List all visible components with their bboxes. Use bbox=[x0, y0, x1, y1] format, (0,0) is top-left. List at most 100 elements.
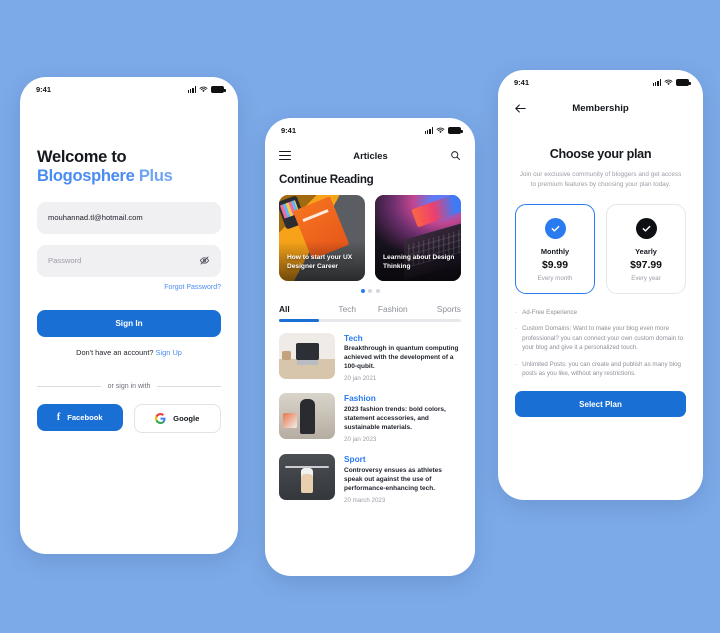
status-time: 9:41 bbox=[281, 125, 297, 135]
plan-cycle: Every month bbox=[537, 274, 573, 282]
list-item[interactable]: Sport Controversy ensues as athletes spe… bbox=[279, 454, 461, 504]
status-time: 9:41 bbox=[36, 84, 52, 94]
password-placeholder: Password bbox=[48, 256, 82, 266]
facebook-label: Facebook bbox=[67, 412, 103, 422]
battery-icon bbox=[676, 78, 691, 86]
eye-off-icon[interactable] bbox=[199, 255, 210, 266]
tab-fashion[interactable]: Fashion bbox=[370, 304, 416, 314]
facebook-button[interactable]: f Facebook bbox=[37, 403, 123, 431]
tab-indicator-active bbox=[279, 319, 320, 322]
carousel-card-title: How to start your UX Designer Career bbox=[287, 254, 353, 271]
article-category: Sport bbox=[344, 454, 366, 465]
brand-suffix: Plus bbox=[134, 166, 173, 185]
feature-list: · Ad-Free Experience · Custom Domains: W… bbox=[498, 308, 703, 379]
carousel-dots[interactable] bbox=[265, 289, 475, 293]
password-field[interactable]: Password bbox=[37, 244, 221, 277]
divider-or-sign-in-with: or sign in with bbox=[37, 383, 221, 390]
plan-price: $97.99 bbox=[630, 259, 662, 271]
welcome-brand: Blogosphere Plus bbox=[37, 167, 221, 186]
plan-card-monthly[interactable]: Monthly $9.99 Every month bbox=[515, 203, 595, 294]
social-buttons: f Facebook Google bbox=[37, 403, 221, 433]
signup-row: Don't have an account? Sign Up bbox=[37, 348, 221, 357]
status-icons bbox=[652, 78, 691, 86]
article-list: Tech Breakthrough in quantum computing a… bbox=[265, 332, 475, 504]
plan-price: $9.99 bbox=[541, 259, 568, 271]
bullet-icon: · bbox=[515, 308, 518, 316]
cellular-signal-icon bbox=[187, 85, 196, 93]
wifi-icon bbox=[436, 127, 445, 133]
welcome-heading: Welcome to Blogosphere Plus bbox=[37, 148, 221, 186]
articles-header: Articles bbox=[265, 138, 475, 161]
forgot-password-link[interactable]: Forgot Password? bbox=[37, 284, 221, 291]
phone-membership-screen: 9:41 Membership Choose your plan Join ou… bbox=[498, 70, 703, 500]
plan-subheading: Join our exclusive community of bloggers… bbox=[519, 171, 682, 188]
article-date: 20 jan 2023 bbox=[344, 436, 377, 444]
carousel-card[interactable]: How to start your UX Designer Career bbox=[279, 195, 365, 281]
cellular-signal-icon bbox=[424, 126, 433, 134]
mockup-canvas: 9:41 Welcome to Blogosphere Plus mouhann… bbox=[0, 0, 720, 633]
decorative-light-streak bbox=[411, 195, 461, 228]
phone-notch bbox=[83, 77, 175, 94]
bullet-icon: · bbox=[515, 360, 518, 368]
carousel-dot-active[interactable] bbox=[360, 289, 365, 293]
phone-notch bbox=[554, 70, 647, 87]
continue-reading-carousel: How to start your UX Designer Career Lea… bbox=[265, 195, 475, 281]
email-value: mouhannad.tl@hotmail.com bbox=[48, 213, 143, 223]
plan-name: Monthly bbox=[540, 246, 570, 256]
sign-in-button[interactable]: Sign In bbox=[37, 309, 221, 337]
hamburger-icon[interactable] bbox=[279, 150, 291, 161]
google-icon bbox=[155, 412, 166, 424]
article-thumbnail bbox=[279, 454, 335, 501]
wifi-icon bbox=[664, 79, 673, 85]
check-circle-icon bbox=[544, 217, 566, 239]
wifi-icon bbox=[199, 86, 208, 92]
plan-heading: Choose your plan bbox=[549, 147, 652, 161]
status-icons bbox=[187, 85, 226, 93]
plan-name: Yearly bbox=[635, 246, 657, 256]
carousel-card-title: Learning about Design Thinking bbox=[383, 254, 455, 271]
phone-articles-screen: 9:41 Articles Continue Reading How to st… bbox=[265, 118, 475, 576]
cellular-signal-icon bbox=[652, 78, 661, 86]
welcome-line-1: Welcome to bbox=[37, 148, 127, 166]
select-plan-button[interactable]: Select Plan bbox=[515, 391, 686, 418]
feature-item: · Ad-Free Experience bbox=[515, 308, 686, 317]
phone-notch bbox=[327, 118, 413, 134]
check-circle-icon bbox=[635, 217, 657, 239]
tab-indicator-track bbox=[279, 319, 461, 322]
divider-label: or sign in with bbox=[107, 382, 151, 390]
article-description: Controversy ensues as athletes speak out… bbox=[344, 466, 442, 492]
tab-all[interactable]: All bbox=[279, 304, 325, 314]
category-tabs: All Tech Fashion Sports bbox=[265, 304, 475, 314]
list-item[interactable]: Fashion 2023 fashion trends: bold colors… bbox=[279, 393, 461, 443]
list-item[interactable]: Tech Breakthrough in quantum computing a… bbox=[279, 332, 461, 382]
google-label: Google bbox=[173, 413, 200, 423]
carousel-dot[interactable] bbox=[375, 289, 380, 293]
tab-tech[interactable]: Tech bbox=[325, 304, 371, 314]
sign-up-link[interactable]: Sign Up bbox=[156, 348, 182, 357]
brand-name: Blogosphere bbox=[37, 166, 135, 185]
feature-item: · Custom Domains: Want to make your blog… bbox=[515, 324, 686, 352]
membership-header: Membership bbox=[498, 90, 703, 114]
plan-cycle: Every year bbox=[631, 274, 661, 282]
search-icon[interactable] bbox=[450, 150, 461, 161]
facebook-icon: f bbox=[56, 411, 61, 423]
article-text: Sport Controversy ensues as athletes spe… bbox=[344, 454, 461, 504]
bullet-icon: · bbox=[515, 325, 518, 333]
article-category: Fashion bbox=[344, 393, 376, 404]
section-title: Continue Reading bbox=[279, 173, 374, 186]
google-button[interactable]: Google bbox=[133, 403, 221, 433]
carousel-dot[interactable] bbox=[368, 289, 372, 293]
signin-body: Welcome to Blogosphere Plus mouhannad.tl… bbox=[20, 148, 238, 433]
email-field[interactable]: mouhannad.tl@hotmail.com bbox=[37, 201, 221, 234]
feature-text: Ad-Free Experience bbox=[522, 308, 578, 316]
tab-sports[interactable]: Sports bbox=[416, 304, 461, 314]
carousel-card[interactable]: Learning about Design Thinking bbox=[375, 195, 461, 281]
plan-options: Monthly $9.99 Every month Yearly $97.99 … bbox=[498, 203, 703, 294]
article-description: 2023 fashion trends: bold colors, statem… bbox=[344, 406, 446, 432]
battery-icon bbox=[448, 126, 463, 134]
page-title: Membership bbox=[572, 103, 629, 114]
status-time: 9:41 bbox=[514, 77, 530, 87]
plan-card-yearly[interactable]: Yearly $97.99 Every year bbox=[606, 203, 686, 294]
arrow-left-icon[interactable] bbox=[514, 103, 527, 114]
page-title: Articles bbox=[353, 150, 388, 161]
